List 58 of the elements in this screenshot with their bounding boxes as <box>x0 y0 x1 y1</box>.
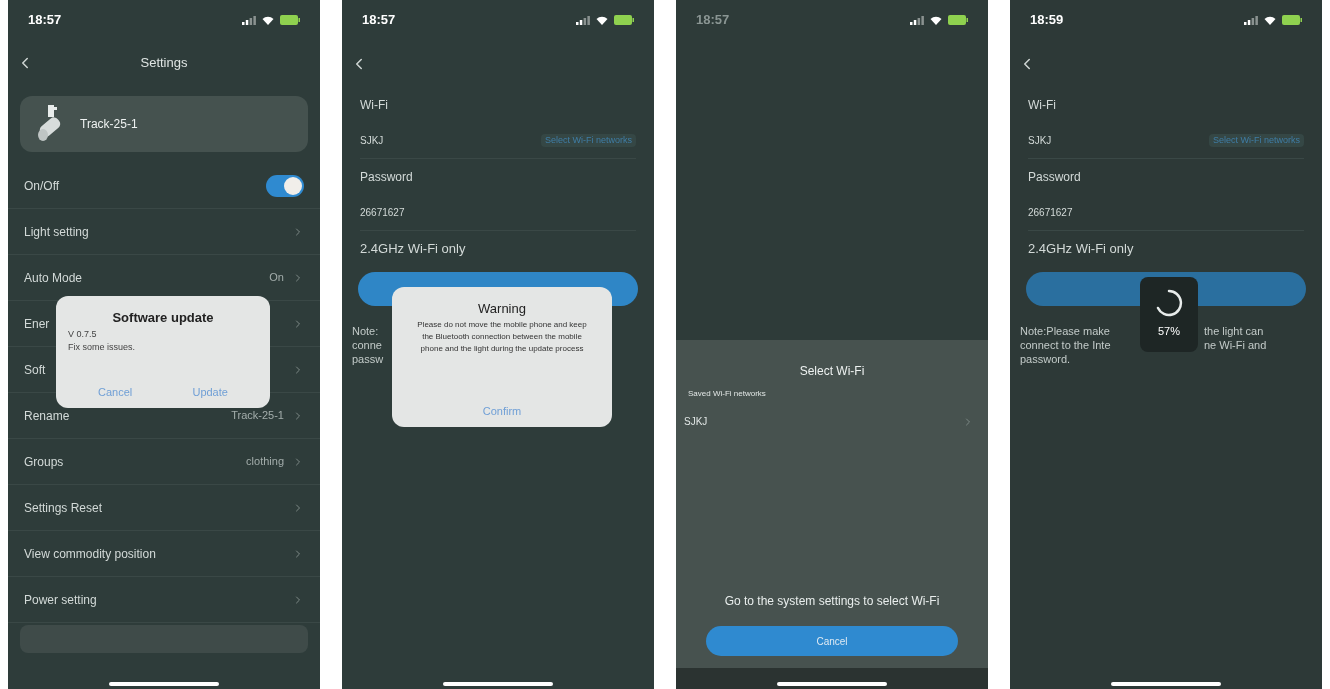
note-text: the light can <box>1204 324 1264 338</box>
wifi-icon <box>930 15 942 25</box>
settings-row[interactable]: On/Off <box>8 163 320 209</box>
note-text: connect to the Inte <box>1020 338 1111 352</box>
signal-icon <box>910 15 924 25</box>
version-text: V 0.7.5 <box>68 327 98 341</box>
settings-row[interactable]: View commodity position <box>8 531 320 577</box>
settings-row[interactable]: Groups clothing <box>8 439 320 485</box>
dialog-message: Please do not move the mobile phone and keep the Bluetooth connection between the mobile phone and the light during the update process <box>416 318 588 355</box>
network-name: SJKJ <box>1028 134 1052 148</box>
settings-row[interactable]: Light setting <box>8 209 320 255</box>
note-text: Note: <box>352 324 379 338</box>
signal-icon <box>242 15 256 25</box>
sheet-title: Select Wi-Fi <box>799 363 865 380</box>
battery-icon <box>948 15 968 25</box>
wifi-icon <box>1264 15 1276 25</box>
wifi-icon <box>262 15 274 25</box>
screen-title: Settings <box>140 54 188 73</box>
note-text: Note:Please make <box>1020 324 1110 338</box>
note-text: password. <box>1020 352 1071 366</box>
device-name: Track-25-1 <box>80 116 138 133</box>
battery-icon <box>280 15 300 25</box>
signal-icon <box>1244 15 1258 25</box>
section-label: Wi-Fi <box>1028 97 1056 114</box>
password-label: Password <box>1028 169 1081 186</box>
system-settings-hint: Go to the system settings to select Wi-Fi <box>724 593 940 610</box>
dialog-message: Fix some issues. <box>68 341 137 354</box>
battery-icon <box>1282 15 1302 25</box>
band-note: 2.4GHz Wi-Fi only <box>1028 240 1134 259</box>
row-value: On <box>269 270 284 286</box>
loading-spinner-icon <box>1155 289 1183 318</box>
band-note: 2.4GHz Wi-Fi only <box>360 240 466 259</box>
note-text: conne <box>352 338 382 352</box>
saved-networks-label: Saved Wi-Fi networks <box>687 388 767 400</box>
device-card[interactable]: Track-25-1 <box>20 96 308 152</box>
status-time: 18:57 <box>362 11 396 30</box>
network-row[interactable]: SJKJ <box>676 414 988 429</box>
row-value: Track-25-1 <box>231 408 284 424</box>
password-value: 26671627 <box>1028 206 1073 220</box>
status-time: 18:57 <box>28 11 62 30</box>
password-value: 26671627 <box>360 206 405 220</box>
toggle-switch[interactable] <box>266 174 304 197</box>
progress-percent: 57% <box>1158 324 1180 340</box>
note-text: passw <box>352 352 384 366</box>
note-text: ne Wi-Fi and <box>1204 338 1267 352</box>
status-time: 18:57 <box>696 11 730 30</box>
dialog-title: Warning <box>478 300 526 318</box>
section-label: Wi-Fi <box>360 97 388 114</box>
status-time: 18:59 <box>1030 11 1064 30</box>
settings-row[interactable]: Power setting <box>8 577 320 623</box>
settings-row[interactable]: Settings Reset <box>8 485 320 531</box>
password-label: Password <box>360 169 413 186</box>
row-value: clothing <box>246 454 284 470</box>
wifi-icon <box>596 15 608 25</box>
battery-icon <box>614 15 634 25</box>
dialog-title: Software update <box>112 309 214 327</box>
signal-icon <box>576 15 590 25</box>
network-name: SJKJ <box>360 134 384 148</box>
